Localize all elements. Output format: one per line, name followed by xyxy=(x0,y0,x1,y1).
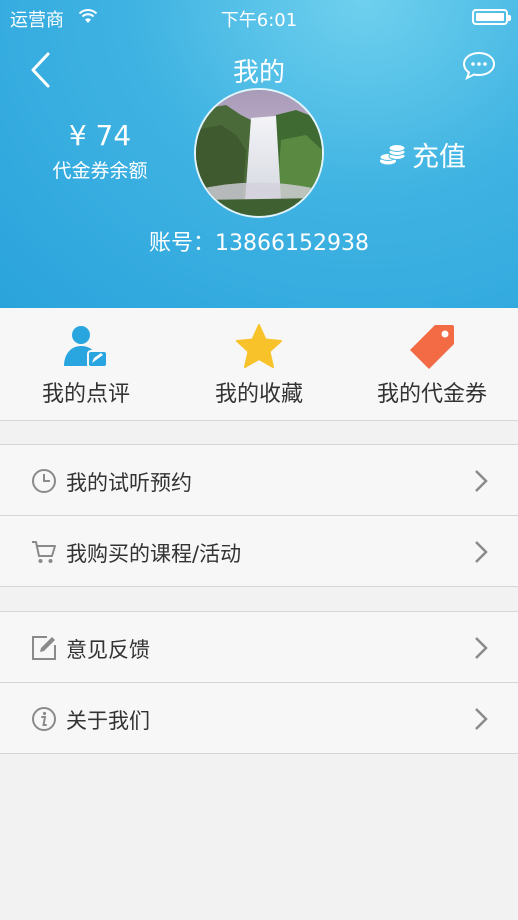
user-review-icon xyxy=(64,326,108,368)
menu-item-label: 关于我们 xyxy=(66,709,150,733)
cart-icon xyxy=(32,541,56,563)
quick-label: 我的代金券 xyxy=(376,382,487,407)
my-vouchers-button[interactable]: 我的代金券 xyxy=(346,308,518,420)
waterfall-photo xyxy=(196,90,322,216)
account-number: 账号：13866152938 xyxy=(149,231,369,256)
menu-item-label: 我购买的课程/活动 xyxy=(66,542,242,566)
menu-group: 意见反馈 关于我们 xyxy=(0,611,518,754)
battery-icon xyxy=(472,9,511,25)
my-reviews-button[interactable]: 我的点评 xyxy=(0,308,172,420)
profile-header: 运营商 下午6:01 我的 ¥ 74 代金券余额 充值 账号：138661529… xyxy=(0,0,518,308)
chevron-right-icon xyxy=(475,708,488,730)
menu-item-about-us[interactable]: 关于我们 xyxy=(0,682,518,753)
chevron-right-icon xyxy=(475,541,488,563)
menu-item-label: 我的试听预约 xyxy=(66,471,192,495)
my-favorites-button[interactable]: 我的收藏 xyxy=(173,308,345,420)
avatar[interactable] xyxy=(194,88,324,218)
status-time: 下午6:01 xyxy=(220,10,298,31)
quick-label: 我的点评 xyxy=(41,382,130,407)
chevron-right-icon xyxy=(475,637,488,659)
coins-icon xyxy=(379,143,406,164)
menu-item-trial-appointments[interactable]: 我的试听预约 xyxy=(0,445,518,515)
balance-value: ¥ 74 xyxy=(68,119,132,152)
quick-label: 我的收藏 xyxy=(214,382,303,407)
chat-bubble-icon[interactable] xyxy=(462,50,496,80)
recharge-label: 充值 xyxy=(412,142,466,173)
balance-label: 代金券余额 xyxy=(52,160,148,182)
recharge-button[interactable]: 充值 xyxy=(378,135,466,174)
menu-group: 我的试听预约 我购买的课程/活动 xyxy=(0,444,518,587)
status-bar: 运营商 下午6:01 xyxy=(0,0,518,34)
menu-item-purchased-courses[interactable]: 我购买的课程/活动 xyxy=(0,515,518,586)
chevron-right-icon xyxy=(475,470,488,492)
quick-actions: 我的点评 我的收藏 我的代金券 xyxy=(0,308,518,421)
star-icon xyxy=(236,324,282,368)
page-title: 我的 xyxy=(232,58,285,88)
voucher-balance[interactable]: ¥ 74 代金券余额 xyxy=(40,120,160,183)
tag-icon xyxy=(410,325,454,369)
clock-icon xyxy=(32,469,56,493)
edit-icon xyxy=(32,636,56,660)
menu-item-label: 意见反馈 xyxy=(66,638,150,662)
menu-item-feedback[interactable]: 意见反馈 xyxy=(0,612,518,682)
info-icon xyxy=(32,707,56,731)
